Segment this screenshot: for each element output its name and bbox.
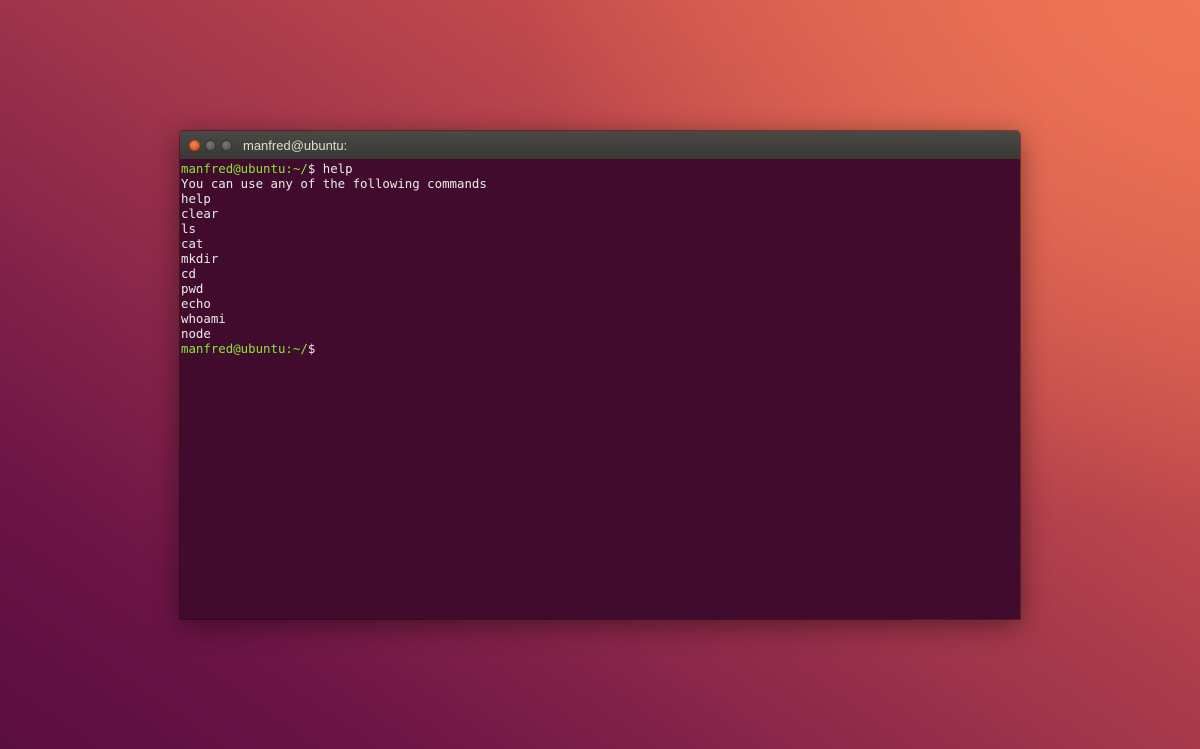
output-line: echo	[181, 296, 211, 311]
output-line: node	[181, 326, 211, 341]
prompt-symbol: $	[307, 161, 316, 176]
command-text: help	[322, 161, 353, 176]
output-line: mkdir	[181, 251, 219, 266]
terminal-screen[interactable]: manfred@ubuntu:~/$ help You can use any …	[180, 159, 1020, 619]
prompt-path: ~/	[292, 341, 308, 356]
output-line: clear	[181, 206, 219, 221]
maximize-icon[interactable]	[221, 139, 232, 151]
output-line: whoami	[181, 311, 226, 326]
output-line: You can use any of the following command…	[181, 176, 487, 191]
output-line: cd	[181, 266, 196, 281]
window-controls	[189, 139, 237, 151]
terminal-window[interactable]: manfred@ubuntu: manfred@ubuntu:~/$ help …	[180, 131, 1020, 619]
output-line: ls	[181, 221, 196, 236]
prompt-user-host: manfred@ubuntu:	[181, 161, 293, 176]
window-titlebar[interactable]: manfred@ubuntu:	[180, 131, 1020, 159]
minimize-icon[interactable]	[205, 139, 216, 151]
output-line: cat	[181, 236, 204, 251]
command-line: manfred@ubuntu:~/$ help	[181, 161, 1020, 176]
prompt-symbol: $	[307, 341, 316, 356]
prompt-path: ~/	[292, 161, 308, 176]
window-title: manfred@ubuntu:	[243, 137, 348, 153]
output-line: pwd	[181, 281, 204, 296]
output-line: help	[181, 191, 211, 206]
close-icon[interactable]	[189, 139, 200, 151]
prompt-user-host: manfred@ubuntu:	[181, 341, 293, 356]
input-line[interactable]: manfred@ubuntu:~/$	[181, 341, 1020, 356]
